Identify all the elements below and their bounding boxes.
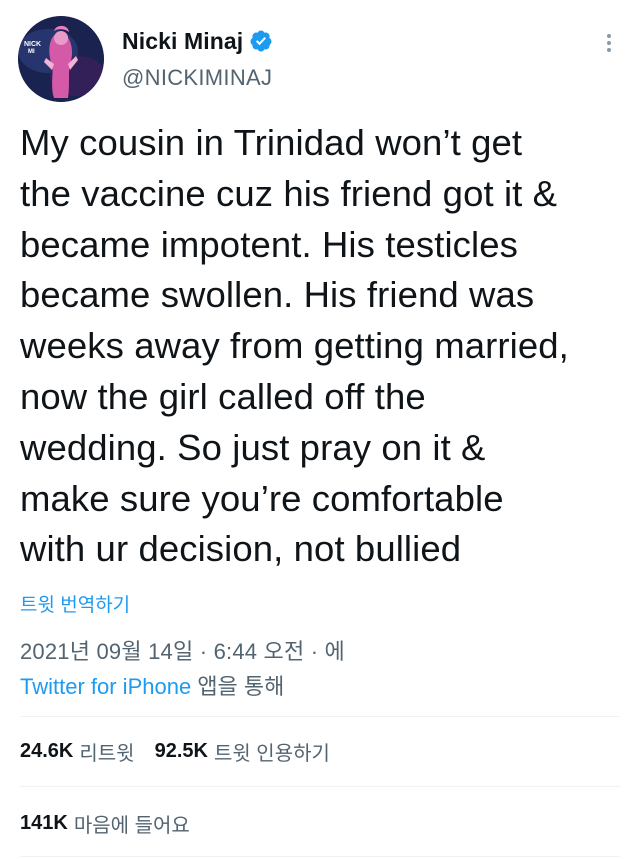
more-dot — [607, 41, 611, 45]
tweet-detail: NICK MI Nicki Minaj @NICKIMINAJ My cousi… — [0, 0, 640, 859]
author-name-row: Nicki Minaj — [122, 24, 273, 58]
avatar-image: NICK MI — [18, 16, 104, 102]
retweets-stat[interactable]: 24.6K 리트윗 — [20, 737, 135, 766]
divider — [20, 716, 620, 717]
translate-tweet-link[interactable]: 트윗 번역하기 — [20, 590, 130, 617]
verified-badge-icon — [249, 29, 273, 53]
source-suffix: 앱을 통해 — [197, 674, 285, 699]
divider — [20, 786, 620, 787]
svg-text:MI: MI — [28, 49, 35, 55]
author-display-name[interactable]: Nicki Minaj — [122, 28, 243, 55]
quotes-count: 92.5K — [154, 740, 208, 762]
engagement-stats-row: 24.6K 리트윗 92.5K 트윗 인용하기 — [20, 737, 350, 766]
retweets-label: 리트윗 — [79, 743, 135, 765]
more-dot — [607, 34, 611, 38]
quotes-label: 트윗 인용하기 — [213, 743, 330, 765]
more-options-icon[interactable] — [596, 30, 622, 56]
author-handle[interactable]: @NICKIMINAJ — [122, 65, 272, 91]
svg-text:NICK: NICK — [24, 41, 41, 48]
tweet-header: NICK MI Nicki Minaj @NICKIMINAJ — [18, 16, 622, 104]
likes-stat[interactable]: 141K 마음에 들어요 — [20, 809, 190, 838]
tweet-source: Twitter for iPhone 앱을 통해 — [20, 669, 284, 701]
likes-count: 141K — [20, 812, 68, 834]
likes-label: 마음에 들어요 — [73, 815, 190, 837]
likes-stat-row: 141K 마음에 들어요 — [20, 809, 210, 838]
quotes-stat[interactable]: 92.5K 트윗 인용하기 — [155, 737, 330, 766]
profile-avatar[interactable]: NICK MI — [18, 16, 104, 102]
divider — [20, 856, 620, 857]
more-dot — [607, 48, 611, 52]
source-app-link[interactable]: Twitter for iPhone — [20, 674, 191, 699]
tweet-timestamp[interactable]: 2021년 09월 14일 · 6:44 오전 · 에 — [20, 634, 345, 666]
tweet-body-text: My cousin in Trinidad won’t get the vacc… — [20, 122, 569, 570]
retweets-count: 24.6K — [20, 740, 74, 762]
